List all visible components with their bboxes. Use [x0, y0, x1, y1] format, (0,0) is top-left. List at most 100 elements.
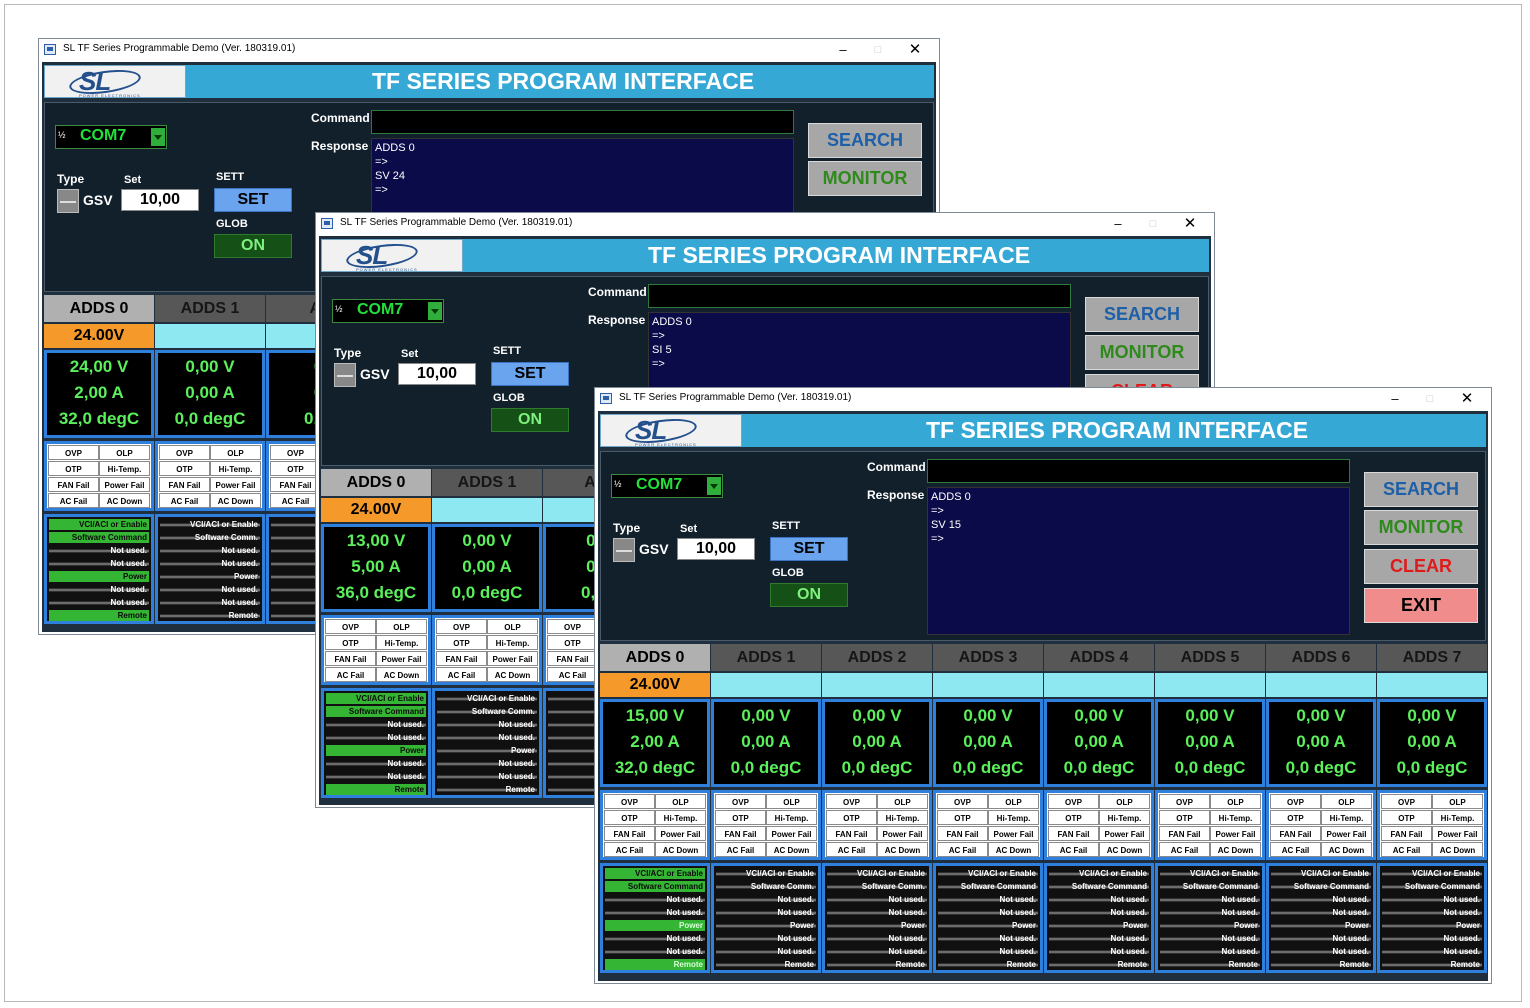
status-leds: VCI/ACI or Enable Software Comm. Not used.… [711, 863, 821, 973]
status-led: Remote [1160, 959, 1260, 970]
status-flag: AC Fail [1048, 842, 1099, 857]
maximize-button[interactable]: □ [1139, 215, 1167, 233]
status-flags: OVP OLP OTP Hi-Temp. FAN Fail Power Fail AC Fa… [1266, 790, 1376, 860]
status-led: Power [1382, 920, 1482, 931]
chevron-down-icon[interactable] [707, 477, 721, 495]
command-input[interactable] [648, 284, 1071, 308]
set-value-input[interactable]: 10,00 [398, 363, 476, 385]
channel-tab[interactable]: ADDS 0 [44, 295, 154, 322]
set-value-input[interactable]: 10,00 [677, 538, 755, 560]
status-leds: VCI/ACI or Enable Software Command Not use… [1044, 863, 1154, 973]
channel-tab[interactable]: ADDS 6 [1266, 644, 1376, 671]
status-led: VCI/ACI or Enable [1271, 868, 1371, 879]
status-led: Remote [49, 610, 149, 621]
readout-panel: 0,00 V 0,00 A 0,0 degC [933, 699, 1043, 787]
monitor-button[interactable]: MONITOR [1085, 335, 1199, 370]
exit-button[interactable]: EXIT [1364, 588, 1478, 623]
channel-tab[interactable]: ADDS 3 [933, 644, 1043, 671]
minimize-button[interactable]: – [1104, 215, 1132, 233]
com-port-select[interactable]: ½ COM7 [611, 474, 723, 498]
readout-panel: 0,00 V 0,00 A 0,0 degC [1155, 699, 1265, 787]
channel-tab[interactable]: ADDS 1 [432, 469, 542, 496]
voltage-readout: 0,00 V [852, 706, 902, 725]
status-leds: VCI/ACI or Enable Software Command Not use… [44, 514, 154, 624]
channel-tab[interactable]: ADDS 5 [1155, 644, 1265, 671]
status-flag: OTP [159, 461, 210, 476]
set-button[interactable]: SET [214, 188, 292, 212]
toggle-switch-icon[interactable] [334, 363, 356, 387]
channel-tab[interactable]: ADDS 1 [155, 295, 265, 322]
maximize-button[interactable]: □ [864, 41, 892, 59]
set-value-input[interactable]: 10,00 [121, 189, 199, 211]
status-leds: VCI/ACI or Enable Software Comm. Not used.… [432, 688, 542, 798]
close-button[interactable]: ✕ [901, 41, 929, 59]
channel-tab[interactable]: ADDS 0 [321, 469, 431, 496]
minimize-button[interactable]: – [829, 41, 857, 59]
com-port-select[interactable]: ½ COM7 [55, 125, 167, 149]
toggle-switch-icon[interactable] [57, 189, 79, 213]
glob-on-button[interactable]: ON [491, 408, 569, 432]
close-button[interactable]: ✕ [1176, 215, 1204, 233]
temperature-readout: 0,0 degC [1174, 758, 1246, 777]
status-leds: VCI/ACI or Enable Software Command Not use… [933, 863, 1043, 973]
channel-tab[interactable]: ADDS 1 [711, 644, 821, 671]
status-led: VCI/ACI or Enable [326, 693, 426, 704]
glob-on-button[interactable]: ON [214, 234, 292, 258]
clear-button[interactable]: CLEAR [1364, 549, 1478, 584]
response-line: ADDS 0 [931, 491, 971, 503]
status-led: Not used. [326, 732, 426, 743]
status-flag: AC Down [487, 667, 538, 682]
status-flag: OVP [270, 445, 321, 460]
chevron-down-icon[interactable] [428, 302, 442, 320]
channel-tab[interactable]: ADDS 0 [600, 644, 710, 671]
channel-column: ADDS 6 0,00 V 0,00 A 0,0 degC OVP OLP OTP Hi-Te… [1266, 644, 1376, 981]
response-box[interactable]: ADDS 0 => SV 15 => [927, 487, 1350, 635]
minimize-button[interactable]: – [1381, 390, 1409, 408]
voltage-readout: 0,00 V [1296, 706, 1346, 725]
title-bar[interactable]: SL TF Series Programmable Demo (Ver. 180… [595, 388, 1491, 410]
toggle-switch-icon[interactable] [613, 538, 635, 562]
current-readout: 0,00 A [741, 732, 791, 751]
command-label: Command [311, 111, 370, 125]
status-flag: FAN Fail [270, 477, 321, 492]
status-led: Not used. [605, 894, 705, 905]
title-bar[interactable]: SL TF Series Programmable Demo (Ver. 180… [316, 213, 1214, 235]
response-line: => [375, 156, 388, 168]
channel-column: ADDS 0 24.00V 24,00 V 2,00 A 32,0 degC OVP OLP… [44, 295, 154, 632]
monitor-button[interactable]: MONITOR [1364, 510, 1478, 545]
status-led: Remote [1049, 959, 1149, 970]
com-port-value: COM7 [80, 127, 127, 144]
readout-panel: 0,00 V 0,00 A 0,0 degC [1266, 699, 1376, 787]
channel-tab[interactable]: ADDS 2 [822, 644, 932, 671]
channel-tab[interactable]: ADDS 4 [1044, 644, 1154, 671]
maximize-button[interactable]: □ [1416, 390, 1444, 408]
command-input[interactable] [927, 459, 1350, 483]
status-flag: OLP [655, 794, 706, 809]
status-led: Remote [1271, 959, 1371, 970]
close-button[interactable]: ✕ [1453, 390, 1481, 408]
status-led: Not used. [160, 597, 260, 608]
set-button[interactable]: SET [770, 537, 848, 561]
status-flags: OVP OLP OTP Hi-Temp. FAN Fail Power Fail AC Fa… [155, 441, 265, 511]
glob-on-button[interactable]: ON [770, 583, 848, 607]
status-led: Not used. [437, 771, 537, 782]
status-led: Power [49, 571, 149, 582]
search-button[interactable]: SEARCH [1364, 472, 1478, 507]
search-button[interactable]: SEARCH [1085, 297, 1199, 332]
status-led: Not used. [1160, 907, 1260, 918]
status-leds: VCI/ACI or Enable Software Comm. Not used.… [822, 863, 932, 973]
status-led: VCI/ACI or Enable [938, 868, 1038, 879]
com-port-select[interactable]: ½ COM7 [332, 299, 444, 323]
set-button[interactable]: SET [491, 362, 569, 386]
chevron-down-icon[interactable] [151, 128, 165, 146]
monitor-button[interactable]: MONITOR [808, 161, 922, 196]
title-bar[interactable]: SL TF Series Programmable Demo (Ver. 180… [39, 39, 939, 61]
response-line: => [931, 533, 944, 545]
channel-column: ADDS 3 0,00 V 0,00 A 0,0 degC OVP OLP OTP Hi-Te… [933, 644, 1043, 981]
channel-tab[interactable]: ADDS 7 [1377, 644, 1487, 671]
command-input[interactable] [371, 110, 794, 134]
status-leds: VCI/ACI or Enable Software Command Not use… [1266, 863, 1376, 973]
status-led: Power [827, 920, 927, 931]
search-button[interactable]: SEARCH [808, 123, 922, 158]
status-led: Not used. [938, 933, 1038, 944]
